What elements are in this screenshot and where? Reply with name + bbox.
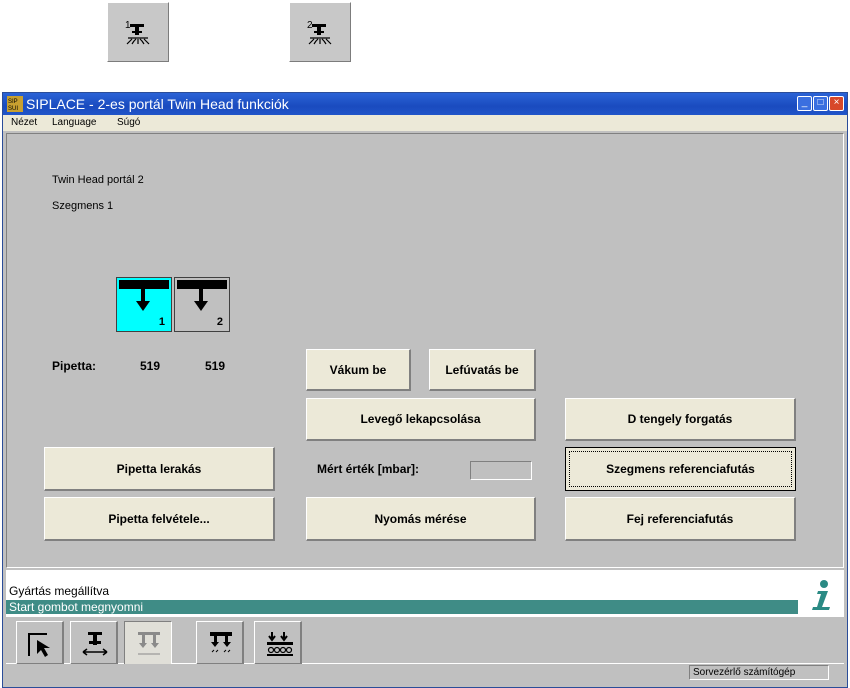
d-axis-rotation-button[interactable]: D tengely forgatás [565,398,796,441]
twin-head-disabled-button[interactable] [124,621,172,665]
gantry-1-icon: 1 [125,20,150,45]
minimize-button[interactable]: _ [797,96,812,111]
info-icon[interactable] [804,577,838,611]
pipette-icon [194,289,208,311]
air-off-button[interactable]: Levegő lekapcsolása [306,398,536,441]
close-button[interactable]: × [829,96,844,111]
title-bar[interactable]: SIP SUI SIPLACE - 2-es portál Twin Head … [3,93,847,115]
twin-head-disabled-icon [138,632,160,655]
twin-head-icon [210,632,232,653]
menu-help[interactable]: Súgó [117,117,140,128]
siplace-app-icon: SIP SUI [7,96,23,112]
head-move-icon [82,632,108,656]
gantry-2-icon: 2 [307,20,332,45]
twin-head-button[interactable] [196,621,244,665]
close-icon: × [833,97,840,108]
measured-value-label: Mért érték [mbar]: [317,462,420,476]
status-area: Gyártás megállítva Start gombot megnyomn… [6,570,844,682]
menu-view[interactable]: Nézet [11,117,37,128]
function-toolbar [6,617,844,665]
menu-bar: Nézet Language Súgó [3,115,847,131]
head-reference-button[interactable]: Fej referenciafutás [565,497,796,541]
instruction-strip: Start gombot megnyomni [6,600,798,614]
svg-text:SUI: SUI [8,106,18,112]
siplace-window: SIP SUI SIPLACE - 2-es portál Twin Head … [2,92,848,688]
pipette-pickup-button[interactable]: Pipetta felvétele... [44,497,275,541]
pipette-deposit-button[interactable]: Pipetta lerakás [44,447,275,491]
gantry-1-button[interactable]: 1 [107,2,169,62]
vacuum-on-button[interactable]: Vákum be [306,349,411,391]
production-status: Gyártás megállítva [9,584,110,598]
pipette-2-number: 2 [216,316,223,328]
maximize-button[interactable]: □ [813,96,828,111]
conveyor-heads-icon [267,632,293,656]
pipette-2-value: 519 [205,359,226,373]
conveyor-heads-button[interactable] [254,621,302,665]
gantry-label: Twin Head portál 2 [52,174,144,186]
maximize-icon: □ [817,97,824,108]
head-move-button[interactable] [70,621,118,665]
pipette-1-number: 1 [158,316,165,328]
segment-label: Szegmens 1 [52,200,114,212]
window-title: SIPLACE - 2-es portál Twin Head funkciók [26,96,289,112]
menu-language[interactable]: Language [52,117,97,128]
pipette-label: Pipetta: [52,359,97,373]
pressure-measure-button[interactable]: Nyomás mérése [306,497,536,541]
pipette-icon [136,289,150,311]
svg-text:SIP: SIP [8,99,18,105]
minimize-icon: _ [801,97,808,108]
status-bar: Sorvezérlő számítógép [6,664,844,682]
host-status: Sorvezérlő számítógép [689,665,829,680]
gantry-2-button[interactable]: 2 [289,2,351,62]
blow-off-on-button[interactable]: Lefúvatás be [429,349,536,391]
pipette-2-selector[interactable]: 2 [174,277,230,332]
select-pointer-icon [28,633,50,657]
pipette-1-selector[interactable]: 1 [116,277,172,332]
measured-value-field [470,461,532,480]
twin-head-panel: Twin Head portál 2 Szegmens 1 1 2 Pipett… [6,133,844,568]
pipette-1-value: 519 [140,359,161,373]
select-pointer-button[interactable] [16,621,64,665]
segment-reference-button[interactable]: Szegmens referenciafutás [565,447,796,491]
